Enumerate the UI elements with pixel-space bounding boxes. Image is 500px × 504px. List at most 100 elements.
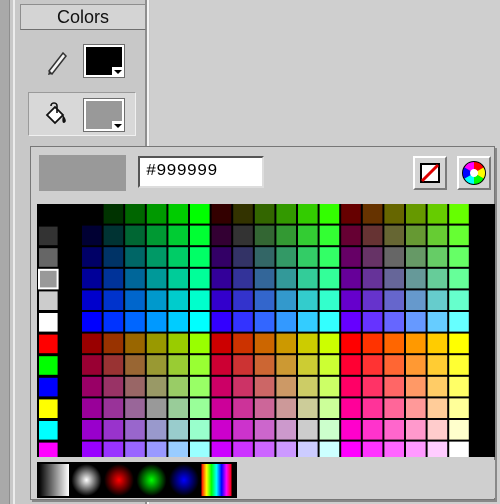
swatch-cell[interactable]	[125, 398, 145, 418]
swatch-cell[interactable]	[384, 312, 404, 332]
swatch-cell[interactable]	[427, 268, 448, 289]
swatch-cell[interactable]	[362, 441, 383, 457]
swatch-cell[interactable]	[190, 441, 210, 457]
swatch-cell[interactable]	[319, 204, 340, 224]
swatch-cell[interactable]	[82, 290, 102, 310]
swatch-cell[interactable]	[298, 398, 318, 418]
swatch-cell[interactable]	[254, 204, 275, 224]
swatch-cell[interactable]	[82, 441, 102, 457]
swatch-cell[interactable]	[103, 333, 124, 354]
swatch-cell[interactable]	[384, 441, 404, 457]
swatch-cell[interactable]	[211, 290, 232, 310]
swatch-cell[interactable]	[211, 225, 232, 246]
swatch-cell[interactable]	[449, 247, 469, 267]
swatch-cell[interactable]	[233, 247, 253, 267]
swatch-left-2[interactable]	[39, 248, 58, 267]
swatch-cell[interactable]	[103, 441, 124, 457]
swatch-cell[interactable]	[125, 268, 145, 289]
swatch-cell[interactable]	[298, 355, 318, 375]
swatch-cell[interactable]	[298, 225, 318, 246]
swatch-cell[interactable]	[82, 420, 102, 440]
swatch-cell[interactable]	[406, 204, 426, 224]
swatch-cell[interactable]	[211, 355, 232, 375]
swatch-cell[interactable]	[406, 420, 426, 440]
swatch-cell[interactable]	[319, 441, 340, 457]
swatch-cell[interactable]	[341, 247, 361, 267]
swatch-cell[interactable]	[254, 333, 275, 354]
swatch-cell[interactable]	[146, 376, 167, 397]
swatch-cell[interactable]	[384, 290, 404, 310]
swatch-cell[interactable]	[82, 268, 102, 289]
swatch-cell[interactable]	[427, 376, 448, 397]
swatch-cell[interactable]	[168, 441, 188, 457]
swatch-cell[interactable]	[190, 290, 210, 310]
swatch-cell[interactable]	[341, 333, 361, 354]
swatch-cell[interactable]	[449, 204, 469, 224]
swatch-cell[interactable]	[276, 225, 296, 246]
swatch-cell[interactable]	[82, 376, 102, 397]
swatch-cell[interactable]	[298, 376, 318, 397]
swatch-cell[interactable]	[449, 355, 469, 375]
swatch-cell[interactable]	[319, 398, 340, 418]
swatch-cell[interactable]	[276, 247, 296, 267]
swatch-cell[interactable]	[427, 355, 448, 375]
swatch-cell[interactable]	[168, 204, 188, 224]
swatch-cell[interactable]	[384, 420, 404, 440]
swatch-cell[interactable]	[406, 376, 426, 397]
swatch-cell[interactable]	[362, 420, 383, 440]
swatch-left-7[interactable]	[39, 356, 58, 375]
swatch-cell[interactable]	[427, 204, 448, 224]
swatch-cell[interactable]	[146, 333, 167, 354]
swatch-left-10[interactable]	[39, 421, 58, 440]
swatch-cell[interactable]	[341, 398, 361, 418]
swatch-cell[interactable]	[276, 312, 296, 332]
swatch-cell[interactable]	[211, 333, 232, 354]
swatch-cell[interactable]	[103, 420, 124, 440]
swatch-cell[interactable]	[190, 247, 210, 267]
swatch-cell[interactable]	[319, 376, 340, 397]
swatch-left-8[interactable]	[39, 377, 58, 397]
swatch-cell[interactable]	[406, 333, 426, 354]
no-color-button[interactable]	[413, 156, 447, 190]
swatch-cell[interactable]	[146, 398, 167, 418]
swatch-cell[interactable]	[168, 290, 188, 310]
hex-color-input[interactable]: #999999	[138, 156, 264, 188]
gradient-swatch-blue-radial[interactable]	[169, 464, 199, 496]
swatch-cell[interactable]	[146, 247, 167, 267]
fill-color-control[interactable]	[28, 92, 136, 136]
swatch-cell[interactable]	[82, 312, 102, 332]
swatch-cell[interactable]	[82, 355, 102, 375]
swatch-cell[interactable]	[362, 290, 383, 310]
swatch-cell[interactable]	[449, 225, 469, 246]
swatch-cell[interactable]	[276, 376, 296, 397]
swatch-cell[interactable]	[449, 398, 469, 418]
swatch-cell[interactable]	[362, 204, 383, 224]
stroke-color-control[interactable]	[28, 38, 136, 82]
swatch-cell[interactable]	[233, 376, 253, 397]
swatch-cell[interactable]	[341, 204, 361, 224]
swatch-cell[interactable]	[362, 333, 383, 354]
swatch-cell[interactable]	[190, 333, 210, 354]
swatch-cell[interactable]	[276, 290, 296, 310]
swatch-cell[interactable]	[233, 420, 253, 440]
swatch-cell[interactable]	[254, 290, 275, 310]
swatch-cell[interactable]	[125, 441, 145, 457]
swatch-cell[interactable]	[449, 268, 469, 289]
swatch-cell[interactable]	[341, 225, 361, 246]
swatch-cell[interactable]	[384, 376, 404, 397]
swatch-cell[interactable]	[82, 398, 102, 418]
swatch-cell[interactable]	[341, 312, 361, 332]
swatch-cell[interactable]	[103, 376, 124, 397]
swatch-cell[interactable]	[146, 290, 167, 310]
swatch-cell[interactable]	[276, 355, 296, 375]
swatch-cell[interactable]	[319, 420, 340, 440]
swatch-cell[interactable]	[233, 333, 253, 354]
swatch-cell[interactable]	[341, 376, 361, 397]
swatch-cell[interactable]	[341, 290, 361, 310]
fill-color-swatch[interactable]	[83, 98, 125, 132]
swatch-cell[interactable]	[82, 204, 102, 224]
swatch-cell[interactable]	[406, 290, 426, 310]
swatch-cell[interactable]	[146, 312, 167, 332]
swatch-cell[interactable]	[319, 290, 340, 310]
swatch-cell[interactable]	[211, 312, 232, 332]
